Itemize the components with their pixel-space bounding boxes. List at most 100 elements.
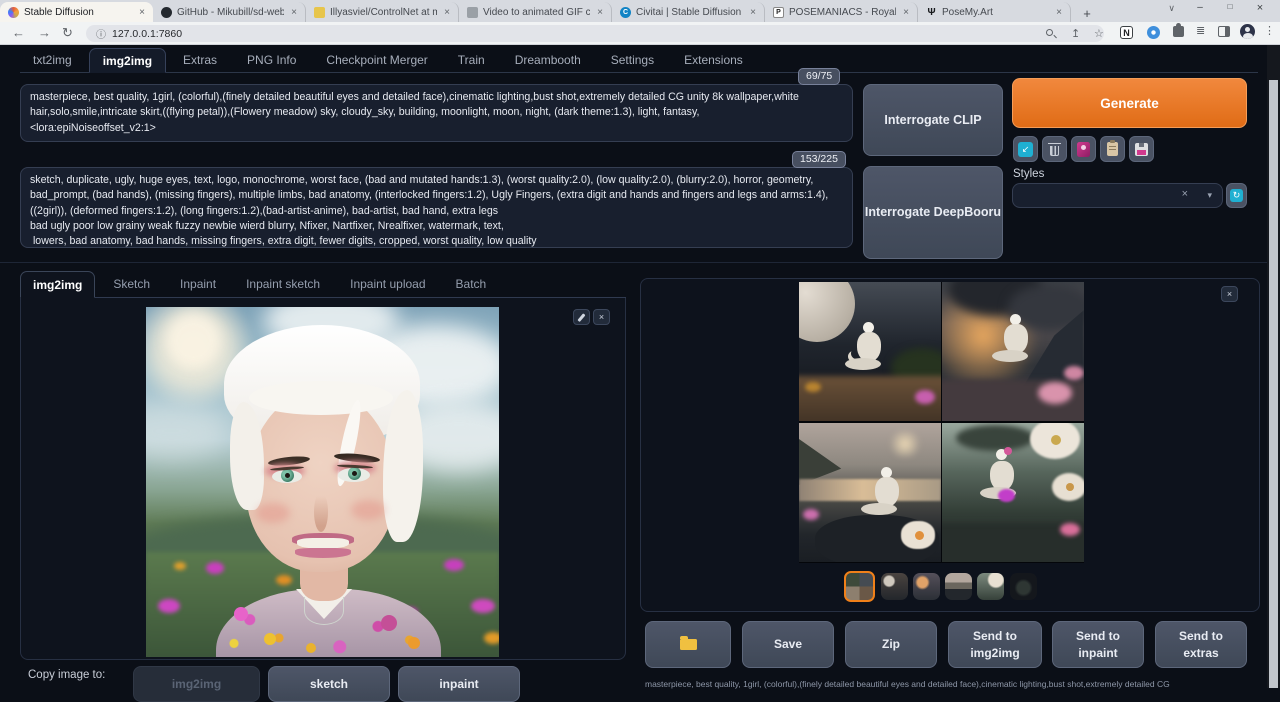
tab-close-icon[interactable]: ×	[1054, 7, 1064, 18]
generated-image-grid[interactable]	[799, 282, 1084, 563]
page-scrollbar[interactable]	[1267, 45, 1280, 688]
tab-checkpoint-merger[interactable]: Checkpoint Merger	[313, 48, 440, 72]
send-to-extras-button[interactable]: Send to extras	[1155, 621, 1247, 668]
subtab-img2img[interactable]: img2img	[20, 271, 95, 298]
tab-settings[interactable]: Settings	[598, 48, 667, 72]
interrogate-deepbooru-button[interactable]: Interrogate DeepBooru	[863, 166, 1003, 259]
tab-img2img[interactable]: img2img	[89, 48, 166, 73]
tab-close-icon[interactable]: ×	[442, 7, 452, 18]
back-button[interactable]: ←	[12, 25, 25, 40]
tab-close-icon[interactable]: ×	[901, 7, 911, 18]
styles-label: Styles	[1013, 168, 1044, 180]
generate-button[interactable]: Generate	[1012, 78, 1247, 128]
window-minimize-button[interactable]: –	[1188, 2, 1212, 13]
browser-toolbar: ← → ↻ ⓘ 127.0.0.1:7860 ↥ ☆ N ≣ ⋮	[0, 22, 1280, 45]
browser-tab-github[interactable]: GitHub - Mikubill/sd-webui-co ×	[153, 2, 306, 22]
tab-close-icon[interactable]: ×	[289, 7, 299, 18]
gallery-thumbnail[interactable]	[1010, 573, 1037, 600]
browser-tab-posemaniacs[interactable]: P POSEMANIACS - Royalty free 3 ×	[765, 2, 918, 22]
side-panel-icon[interactable]	[1218, 26, 1230, 37]
subtab-sketch[interactable]: Sketch	[101, 271, 162, 297]
send-to-img2img-button[interactable]: Send to img2img	[948, 621, 1042, 668]
tab-extras[interactable]: Extras	[170, 48, 230, 72]
copy-to-inpaint-button[interactable]: inpaint	[398, 666, 520, 702]
browser-tab-civitai[interactable]: C Civitai | Stable Diffusion models ×	[612, 2, 765, 22]
new-tab-button[interactable]: +	[1077, 4, 1097, 22]
controlnet-favicon	[314, 7, 325, 18]
reload-button[interactable]: ↻	[62, 25, 73, 41]
edit-image-button[interactable]	[573, 309, 590, 325]
tab-extensions[interactable]: Extensions	[671, 48, 756, 72]
remove-image-button[interactable]: ×	[593, 309, 610, 325]
gallery-thumbnail-selected[interactable]	[844, 571, 875, 602]
folder-icon	[680, 639, 697, 650]
address-bar[interactable]: ⓘ 127.0.0.1:7860 ↥ ☆	[86, 25, 1104, 42]
tab-txt2img[interactable]: txt2img	[20, 48, 85, 72]
reading-list-icon[interactable]: ≣	[1196, 24, 1205, 37]
generated-image-2[interactable]	[942, 282, 1084, 421]
negative-prompt-input[interactable]: sketch, duplicate, ugly, huge eyes, text…	[20, 167, 853, 248]
subtab-inpaint-sketch[interactable]: Inpaint sketch	[234, 271, 332, 297]
source-image-panel[interactable]: ×	[20, 298, 626, 660]
tab-dreambooth[interactable]: Dreambooth	[502, 48, 594, 72]
subtab-batch[interactable]: Batch	[444, 271, 499, 297]
clear-prompt-button[interactable]	[1042, 136, 1067, 162]
browser-tab-gif-converter[interactable]: Video to animated GIF converter ×	[459, 2, 612, 22]
extensions-puzzle-icon[interactable]	[1173, 26, 1184, 37]
extra-networks-button[interactable]	[1071, 136, 1096, 162]
posemyart-favicon: Ψ	[926, 7, 937, 18]
subtab-inpaint[interactable]: Inpaint	[168, 271, 228, 297]
browser-tab-posemyart[interactable]: Ψ PoseMy.Art ×	[918, 2, 1071, 22]
save-style-button[interactable]	[1129, 136, 1154, 162]
prompt-input[interactable]: masterpiece, best quality, 1girl, (color…	[20, 84, 853, 142]
browser-tab-controlnet[interactable]: Illyasviel/ControlNet at main ×	[306, 2, 459, 22]
main-nav-tabs: txt2img img2img Extras PNG Info Checkpoi…	[20, 48, 1258, 73]
generated-image-3[interactable]	[799, 423, 941, 562]
output-gallery-panel: ×	[640, 278, 1260, 612]
generated-image-4[interactable]	[942, 423, 1084, 562]
github-favicon	[161, 7, 172, 18]
paste-generation-params-button[interactable]: ↙	[1013, 136, 1038, 162]
zoom-icon[interactable]	[1046, 29, 1053, 36]
tab-search-caret-icon[interactable]: ∨	[1168, 3, 1175, 14]
subtab-inpaint-upload[interactable]: Inpaint upload	[338, 271, 437, 297]
browser-menu-icon[interactable]: ⋮	[1264, 24, 1275, 37]
open-folder-button[interactable]	[645, 621, 731, 668]
refresh-styles-button[interactable]: ↻	[1226, 183, 1247, 208]
tab-close-icon[interactable]: ×	[748, 7, 758, 18]
tab-train[interactable]: Train	[445, 48, 498, 72]
gallery-thumbnail[interactable]	[945, 573, 972, 600]
send-to-inpaint-button[interactable]: Send to inpaint	[1052, 621, 1144, 668]
styles-dropdown[interactable]: × ▾	[1012, 183, 1223, 208]
blue-extension-icon[interactable]	[1147, 26, 1160, 39]
tab-close-icon[interactable]: ×	[137, 7, 147, 18]
source-image[interactable]	[146, 307, 499, 657]
zip-button[interactable]: Zip	[845, 621, 937, 668]
notion-extension-icon[interactable]: N	[1120, 26, 1133, 39]
chevron-down-icon[interactable]: ▾	[1207, 190, 1212, 201]
tab-close-icon[interactable]: ×	[595, 7, 605, 18]
window-close-button[interactable]: ×	[1248, 2, 1272, 14]
copy-to-sketch-button[interactable]: sketch	[268, 666, 390, 702]
clear-styles-icon[interactable]: ×	[1182, 188, 1188, 200]
apply-styles-button[interactable]	[1100, 136, 1125, 162]
gallery-thumbnail[interactable]	[977, 573, 1004, 600]
negative-token-counter: 153/225	[792, 151, 846, 168]
window-maximize-button[interactable]: □	[1218, 2, 1242, 11]
close-gallery-button[interactable]: ×	[1221, 286, 1238, 302]
generated-image-1[interactable]	[799, 282, 941, 421]
tab-png-info[interactable]: PNG Info	[234, 48, 309, 72]
site-info-icon[interactable]: ⓘ	[96, 26, 106, 41]
save-button[interactable]: Save	[742, 621, 834, 668]
browser-tab-bar: Stable Diffusion × GitHub - Mikubill/sd-…	[0, 0, 1280, 22]
bookmark-star-icon[interactable]: ☆	[1094, 27, 1104, 40]
scrollbar-thumb[interactable]	[1269, 80, 1278, 688]
forward-button[interactable]: →	[38, 25, 51, 40]
profile-avatar[interactable]	[1240, 24, 1255, 39]
browser-tab-stable-diffusion[interactable]: Stable Diffusion ×	[0, 2, 153, 22]
interrogate-clip-button[interactable]: Interrogate CLIP	[863, 84, 1003, 156]
civitai-favicon: C	[620, 7, 631, 18]
gallery-thumbnail[interactable]	[881, 573, 908, 600]
gallery-thumbnail[interactable]	[913, 573, 940, 600]
share-icon[interactable]: ↥	[1071, 27, 1080, 40]
